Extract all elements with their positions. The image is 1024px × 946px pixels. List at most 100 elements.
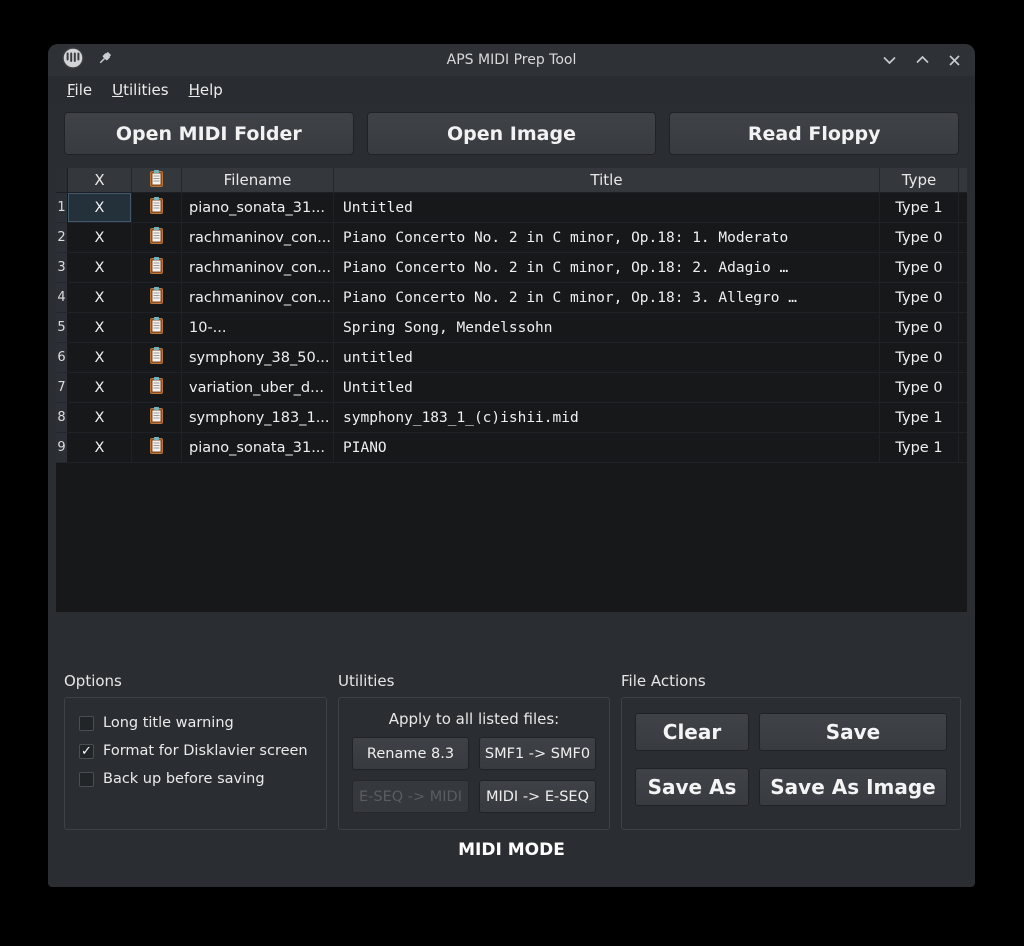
checkbox-box[interactable]: ✓: [79, 743, 94, 759]
row-type[interactable]: Type 0: [880, 223, 959, 253]
row-title[interactable]: Untitled: [334, 373, 880, 403]
maximize-button[interactable]: [915, 54, 930, 66]
row-filler: [959, 253, 967, 283]
row-title[interactable]: symphony_183_1_(c)ishii.mid: [334, 403, 880, 433]
row-clipboard-cell[interactable]: [132, 433, 182, 463]
checkbox-box[interactable]: [79, 771, 94, 787]
save-as-image-button[interactable]: Save As Image: [759, 768, 947, 806]
table-row: 5 X 10-... Spring Song, Mendelssohn Type…: [56, 313, 967, 343]
row-filename[interactable]: rachmaninov_con...: [182, 253, 334, 283]
header-type[interactable]: Type: [880, 168, 959, 193]
row-filename[interactable]: symphony_38_50...: [182, 343, 334, 373]
table-body: 1 X piano_sonata_31... Untitled Type 1 2: [56, 193, 967, 463]
row-remove-cell[interactable]: X: [68, 433, 132, 463]
row-title[interactable]: Spring Song, Mendelssohn: [334, 313, 880, 343]
row-number[interactable]: 9: [56, 433, 68, 463]
row-filename[interactable]: 10-...: [182, 313, 334, 343]
row-clipboard-cell[interactable]: [132, 373, 182, 403]
row-number[interactable]: 7: [56, 373, 68, 403]
row-clipboard-cell[interactable]: [132, 283, 182, 313]
close-button[interactable]: [948, 54, 961, 67]
rename-83-button[interactable]: Rename 8.3: [352, 737, 469, 770]
row-title[interactable]: untitled: [334, 343, 880, 373]
checkbox-label: Format for Disklavier screen: [103, 743, 308, 759]
row-filename[interactable]: piano_sonata_31...: [182, 193, 334, 223]
save-button[interactable]: Save: [759, 713, 947, 751]
bottom-panels: Options Long title warning ✓ Format for …: [64, 672, 961, 830]
row-number[interactable]: 3: [56, 253, 68, 283]
table-row: 3 X rachmaninov_con... Piano Concerto No…: [56, 253, 967, 283]
row-title[interactable]: PIANO: [334, 433, 880, 463]
row-type[interactable]: Type 1: [880, 433, 959, 463]
clipboard-icon: [150, 407, 163, 428]
file-table: X Filename Title Type 1 X piano_sonata_3…: [56, 168, 967, 612]
checkbox-long-title-warning[interactable]: Long title warning: [79, 715, 312, 731]
file-actions-group-label: File Actions: [621, 672, 706, 690]
row-filename[interactable]: rachmaninov_con...: [182, 283, 334, 313]
row-clipboard-cell[interactable]: [132, 223, 182, 253]
row-type[interactable]: Type 1: [880, 403, 959, 433]
table-row: 4 X rachmaninov_con... Piano Concerto No…: [56, 283, 967, 313]
menu-help[interactable]: Help: [180, 78, 232, 102]
eseq-to-midi-button[interactable]: E-SEQ -> MIDI: [352, 780, 469, 813]
row-remove-cell[interactable]: X: [68, 403, 132, 433]
row-remove-cell[interactable]: X: [68, 373, 132, 403]
row-remove-cell[interactable]: X: [68, 193, 132, 223]
row-remove-cell[interactable]: X: [68, 343, 132, 373]
window-title: APS MIDI Prep Tool: [446, 52, 577, 68]
row-number[interactable]: 4: [56, 283, 68, 313]
checkbox-format-disklavier[interactable]: ✓ Format for Disklavier screen: [79, 743, 312, 759]
table-row: 9 X piano_sonata_31... PIANO Type 1: [56, 433, 967, 463]
row-clipboard-cell[interactable]: [132, 403, 182, 433]
row-number[interactable]: 1: [56, 193, 68, 223]
row-number[interactable]: 5: [56, 313, 68, 343]
row-remove-cell[interactable]: X: [68, 223, 132, 253]
row-type[interactable]: Type 1: [880, 193, 959, 223]
clipboard-icon: [150, 197, 163, 218]
row-filename[interactable]: rachmaninov_con...: [182, 223, 334, 253]
row-remove-cell[interactable]: X: [68, 253, 132, 283]
menu-file[interactable]: File: [58, 78, 101, 102]
checkbox-box[interactable]: [79, 715, 94, 731]
checkbox-backup-before-saving[interactable]: Back up before saving: [79, 771, 312, 787]
open-image-button[interactable]: Open Image: [366, 112, 657, 155]
smf1-to-smf0-button[interactable]: SMF1 -> SMF0: [479, 737, 596, 770]
save-as-button[interactable]: Save As: [635, 768, 749, 806]
minimize-button[interactable]: [882, 54, 897, 66]
app-window: APS MIDI Prep Tool File Utilities Help O…: [48, 44, 975, 887]
row-type[interactable]: Type 0: [880, 343, 959, 373]
row-clipboard-cell[interactable]: [132, 313, 182, 343]
clear-button[interactable]: Clear: [635, 713, 749, 751]
row-number[interactable]: 8: [56, 403, 68, 433]
header-filename[interactable]: Filename: [182, 168, 334, 193]
clipboard-icon: [150, 437, 163, 458]
row-type[interactable]: Type 0: [880, 313, 959, 343]
row-filename[interactable]: piano_sonata_31...: [182, 433, 334, 463]
menu-utilities[interactable]: Utilities: [103, 78, 177, 102]
header-remove[interactable]: X: [68, 168, 132, 193]
read-floppy-button[interactable]: Read Floppy: [669, 112, 960, 155]
clipboard-icon: [150, 377, 163, 398]
row-title[interactable]: Piano Concerto No. 2 in C minor, Op.18: …: [334, 283, 880, 313]
row-number[interactable]: 6: [56, 343, 68, 373]
row-title[interactable]: Piano Concerto No. 2 in C minor, Op.18: …: [334, 253, 880, 283]
row-filename[interactable]: symphony_183_1...: [182, 403, 334, 433]
row-title[interactable]: Piano Concerto No. 2 in C minor, Op.18: …: [334, 223, 880, 253]
row-number[interactable]: 2: [56, 223, 68, 253]
midi-to-eseq-button[interactable]: MIDI -> E-SEQ: [479, 780, 596, 813]
row-remove-cell[interactable]: X: [68, 313, 132, 343]
row-filler: [959, 433, 967, 463]
open-midi-folder-button[interactable]: Open MIDI Folder: [64, 112, 354, 155]
row-clipboard-cell[interactable]: [132, 253, 182, 283]
row-type[interactable]: Type 0: [880, 253, 959, 283]
row-filename[interactable]: variation_uber_d...: [182, 373, 334, 403]
row-title[interactable]: Untitled: [334, 193, 880, 223]
row-type[interactable]: Type 0: [880, 373, 959, 403]
header-clipboard[interactable]: [132, 168, 182, 193]
row-clipboard-cell[interactable]: [132, 193, 182, 223]
row-type[interactable]: Type 0: [880, 283, 959, 313]
row-clipboard-cell[interactable]: [132, 343, 182, 373]
row-remove-cell[interactable]: X: [68, 283, 132, 313]
row-filler: [959, 283, 967, 313]
header-title[interactable]: Title: [334, 168, 880, 193]
